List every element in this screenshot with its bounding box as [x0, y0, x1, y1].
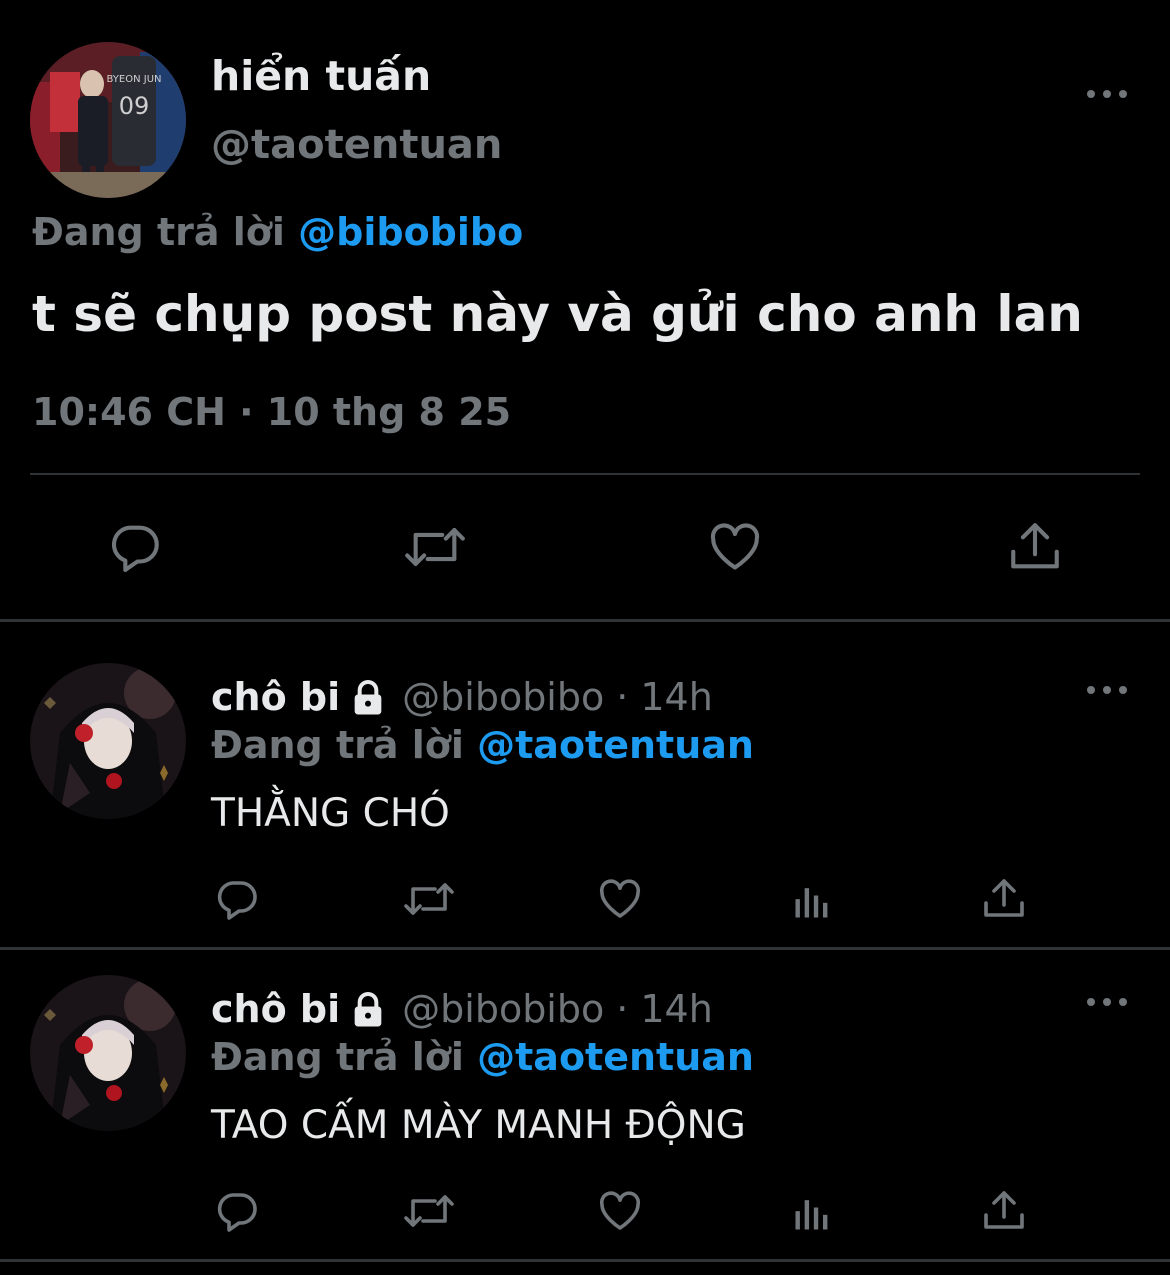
user-handle[interactable]: @bibobibo: [402, 675, 604, 719]
lock-icon: [348, 677, 388, 717]
more-options-icon[interactable]: [1087, 84, 1127, 104]
share-icon[interactable]: [980, 875, 1028, 923]
heart-icon[interactable]: [596, 1187, 644, 1235]
reply-icon[interactable]: [213, 875, 261, 923]
user-handle[interactable]: @taotentuan: [211, 122, 502, 168]
divider: [0, 947, 1170, 950]
retweet-icon[interactable]: [400, 875, 458, 923]
retweet-icon[interactable]: [400, 1187, 458, 1235]
retweet-icon[interactable]: [400, 518, 470, 576]
avatar[interactable]: [30, 975, 186, 1131]
reply-icon[interactable]: [213, 1187, 261, 1235]
views-icon[interactable]: [790, 879, 834, 923]
reply-header: chô bi @bibobibo · 14h: [211, 675, 713, 719]
reply-text: TAO CẤM MÀY MANH ĐỘNG: [211, 1103, 746, 1148]
user-handle[interactable]: @bibobibo: [402, 987, 604, 1031]
reply-time[interactable]: 14h: [640, 987, 712, 1031]
mention-link[interactable]: @taotentuan: [477, 723, 754, 767]
heart-icon[interactable]: [706, 518, 764, 576]
mention-link[interactable]: @taotentuan: [477, 1035, 754, 1079]
heart-icon[interactable]: [596, 875, 644, 923]
replying-prefix: Đang trả lời: [211, 723, 464, 767]
lock-icon: [348, 989, 388, 1029]
separator-dot: ·: [616, 987, 629, 1031]
reply-tweet[interactable]: chô bi @bibobibo · 14h Đang trả lời @tao…: [0, 663, 1170, 943]
tweet-timestamp[interactable]: 10:46 CH · 10 thg 8 25: [32, 390, 511, 434]
replying-to-line: Đang trả lời @bibobibo: [32, 210, 523, 254]
tweet-text: t sẽ chụp post này và gửi cho anh lan: [32, 285, 1083, 343]
avatar[interactable]: BYEON JUN 09: [30, 42, 186, 198]
separator-dot: ·: [616, 675, 629, 719]
svg-text:BYEON JUN: BYEON JUN: [106, 74, 161, 85]
replying-to-line: Đang trả lời @taotentuan: [211, 1035, 754, 1079]
reply-tweet[interactable]: chô bi @bibobibo · 14h Đang trả lời @tao…: [0, 975, 1170, 1255]
more-options-icon[interactable]: [1087, 992, 1127, 1012]
reply-header: chô bi @bibobibo · 14h: [211, 987, 713, 1031]
display-name[interactable]: chô bi: [211, 987, 340, 1031]
reply-text: THẰNG CHÓ: [211, 791, 450, 836]
svg-text:09: 09: [119, 92, 150, 120]
reply-icon[interactable]: [106, 518, 164, 576]
divider: [30, 473, 1140, 475]
main-tweet: BYEON JUN 09 hiển tuấn @taotentuan Đang …: [0, 0, 1170, 620]
more-options-icon[interactable]: [1087, 680, 1127, 700]
replying-prefix: Đang trả lời: [32, 210, 285, 254]
replying-prefix: Đang trả lời: [211, 1035, 464, 1079]
display-name[interactable]: chô bi: [211, 675, 340, 719]
divider: [0, 1259, 1170, 1262]
reply-time[interactable]: 14h: [640, 675, 712, 719]
views-icon[interactable]: [790, 1191, 834, 1235]
share-icon[interactable]: [980, 1187, 1028, 1235]
share-icon[interactable]: [1006, 518, 1064, 576]
divider: [0, 619, 1170, 622]
mention-link[interactable]: @bibobibo: [298, 210, 523, 254]
display-name[interactable]: hiển tuấn: [211, 52, 431, 100]
avatar[interactable]: [30, 663, 186, 819]
replying-to-line: Đang trả lời @taotentuan: [211, 723, 754, 767]
